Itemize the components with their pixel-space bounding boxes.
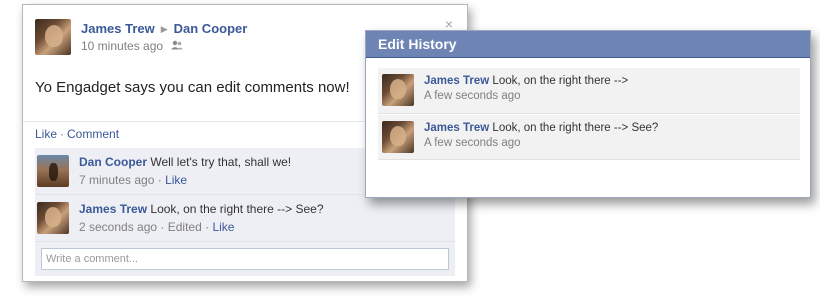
comment-timestamp[interactable]: 7 minutes ago	[79, 173, 154, 187]
arrow-right-icon: ▶	[160, 24, 168, 34]
friends-icon[interactable]	[171, 40, 183, 53]
post-recipient-link[interactable]: Dan Cooper	[174, 21, 248, 36]
edit-timestamp: A few seconds ago	[424, 90, 521, 102]
editor-avatar[interactable]	[382, 74, 414, 106]
separator-dot: ·	[157, 173, 162, 187]
edit-history-body: James Trew Look, on the right there -->	[424, 75, 800, 87]
author-avatar[interactable]	[35, 19, 71, 55]
edit-history-item: James Trew Look, on the right there --> …	[378, 114, 800, 160]
post-byline: James Trew ▶ Dan Cooper	[81, 21, 247, 36]
close-icon[interactable]: ×	[445, 17, 453, 31]
separator-dot: ·	[160, 220, 165, 234]
comment-timestamp[interactable]: 2 seconds ago	[79, 220, 157, 234]
write-comment-input[interactable]	[41, 248, 449, 270]
comment-meta: 2 seconds ago · Edited · Like	[79, 220, 455, 234]
edit-history-item: James Trew Look, on the right there --> …	[378, 68, 800, 114]
comment-like-link[interactable]: Like	[165, 173, 187, 187]
commenter-avatar[interactable]	[37, 202, 69, 234]
edit-history-dialog: Edit History James Trew Look, on the rig…	[365, 30, 811, 198]
edit-author-link[interactable]: James Trew	[424, 75, 489, 87]
comment-body: James Trew Look, on the right there --> …	[79, 202, 455, 216]
comment-link[interactable]: Comment	[67, 127, 119, 141]
editor-avatar[interactable]	[382, 121, 414, 153]
comment-text: Well let's try that, shall we!	[150, 155, 292, 169]
comment-author-link[interactable]: James Trew	[79, 202, 147, 216]
comment-item: James Trew Look, on the right there --> …	[35, 195, 455, 242]
commenter-avatar[interactable]	[37, 155, 69, 187]
edit-history-body: James Trew Look, on the right there --> …	[424, 122, 800, 134]
edit-text: Look, on the right there -->	[492, 75, 629, 87]
post-timestamp[interactable]: 10 minutes ago	[81, 39, 163, 53]
post-author-link[interactable]: James Trew	[81, 21, 155, 36]
write-comment-box	[35, 242, 455, 276]
comment-text: Look, on the right there --> See?	[150, 202, 324, 216]
edited-link[interactable]: Edited	[168, 220, 202, 234]
edit-author-link[interactable]: James Trew	[424, 122, 489, 134]
post-message: Yo Engadget says you can edit comments n…	[35, 79, 350, 96]
dialog-title: Edit History	[366, 31, 810, 58]
comment-author-link[interactable]: Dan Cooper	[79, 155, 147, 169]
edit-timestamp: A few seconds ago	[424, 137, 521, 149]
edit-history-list: James Trew Look, on the right there --> …	[366, 58, 810, 160]
edit-text: Look, on the right there --> See?	[492, 122, 659, 134]
like-link[interactable]: Like	[35, 127, 57, 141]
separator-dot: ·	[205, 220, 210, 234]
separator-dot: ·	[60, 127, 65, 141]
comment-like-link[interactable]: Like	[212, 220, 234, 234]
post-timestamp-row: 10 minutes ago	[81, 39, 183, 53]
